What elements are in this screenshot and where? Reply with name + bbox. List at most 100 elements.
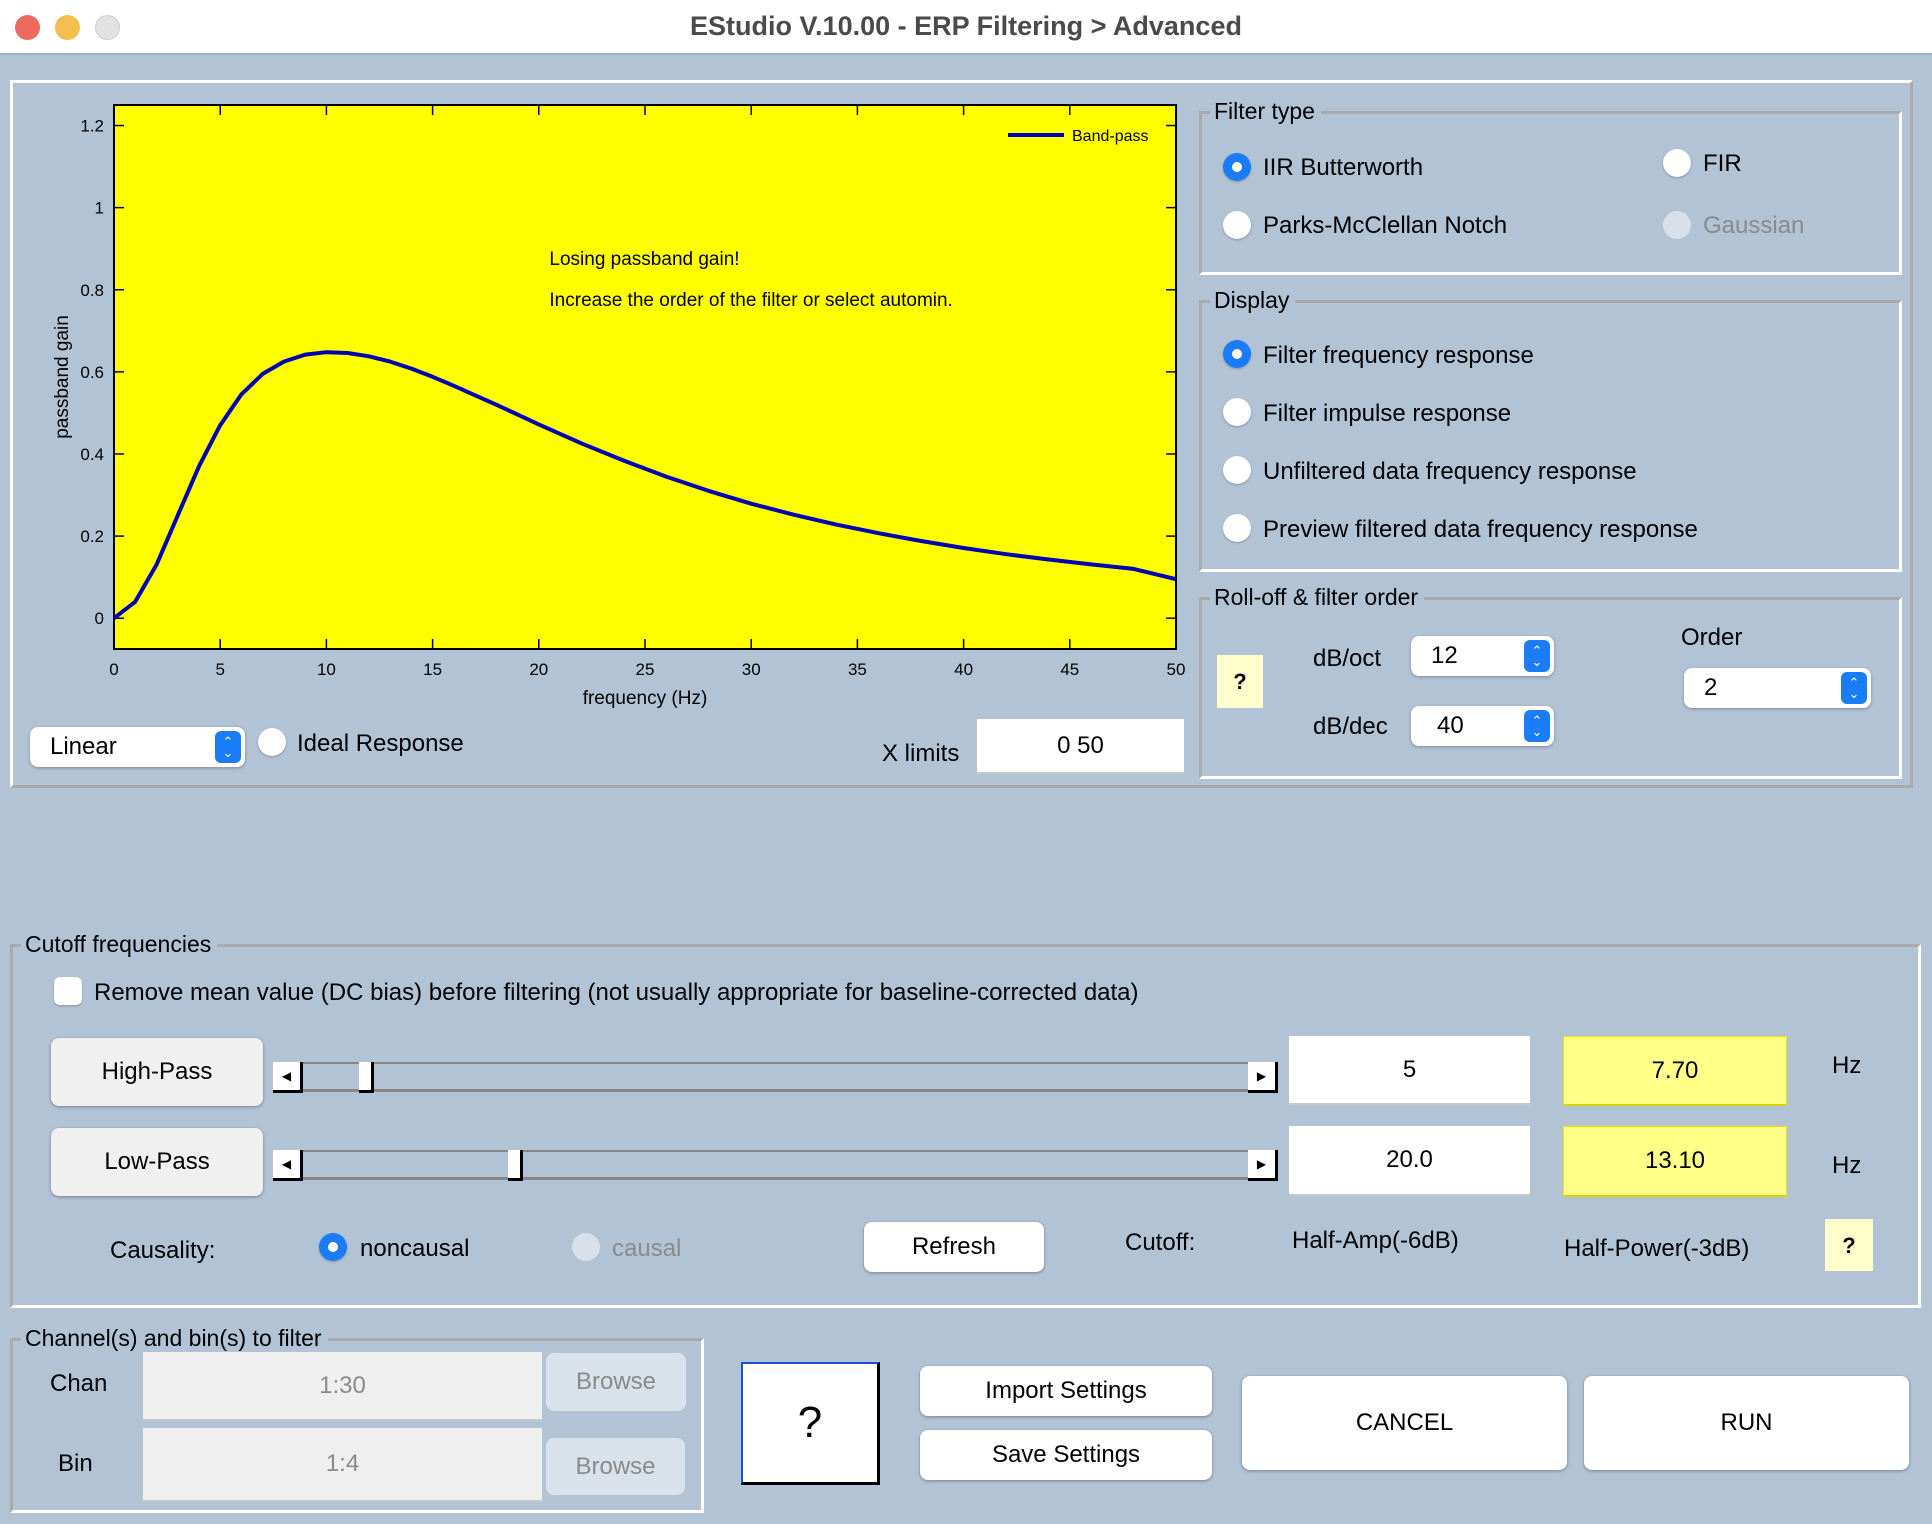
low-pass-slider-thumb[interactable]	[507, 1150, 523, 1181]
x-tick-label: 45	[1060, 660, 1079, 679]
dc-bias-checkbox[interactable]	[54, 977, 82, 1005]
radio-gaussian[interactable]	[1663, 211, 1691, 239]
annotation-warning: Losing passband gain!	[549, 249, 739, 270]
display-title: Display	[1210, 285, 1296, 315]
high-pass-half-power-value: 7.70	[1563, 1036, 1787, 1106]
frequency-response-chart: 0 0.2 0.4 0.6 0.8 1 1.2 0 5 10 15 20 25 30 35 40 45 50 B…	[52, 104, 1186, 709]
db-dec-select[interactable]: 40 ⌃ ⌄	[1411, 706, 1554, 746]
channels-bins-title: Channel(s) and bin(s) to filter	[21, 1323, 328, 1353]
y-tick-label: 1.2	[80, 117, 104, 136]
radio-causal-label: causal	[612, 1235, 682, 1262]
causality-label: Causality:	[110, 1237, 216, 1264]
xlimits-input[interactable]: 0 50	[977, 719, 1184, 774]
db-oct-select[interactable]: 12 ⌃ ⌄	[1411, 636, 1554, 676]
import-settings-button[interactable]: Import Settings	[920, 1366, 1212, 1416]
run-button[interactable]: RUN	[1584, 1376, 1909, 1470]
x-tick-label: 30	[742, 660, 761, 679]
y-axis-label: passband gain	[52, 315, 73, 439]
cutoff-help-button[interactable]: ?	[1825, 1219, 1873, 1271]
low-pass-unit: Hz	[1832, 1152, 1862, 1179]
title-bar: EStudio V.10.00 - ERP Filtering > Advanc…	[0, 0, 1932, 55]
y-tick-label: 1	[95, 199, 104, 218]
low-pass-value-input[interactable]: 20.0	[1289, 1126, 1530, 1196]
x-tick-label: 5	[215, 660, 224, 679]
x-tick-label: 15	[423, 660, 442, 679]
plot-area	[113, 104, 1177, 650]
slider-left-arrow-icon[interactable]: ◀	[273, 1150, 303, 1181]
x-tick-label: 25	[636, 660, 655, 679]
slider-right-arrow-icon[interactable]: ▶	[1248, 1150, 1278, 1181]
bin-browse-button[interactable]: Browse	[546, 1438, 685, 1495]
radio-iir-butterworth-label: IIR Butterworth	[1263, 154, 1424, 181]
chan-browse-button[interactable]: Browse	[546, 1353, 686, 1411]
low-pass-half-power-value: 13.10	[1563, 1126, 1787, 1197]
x-tick-label: 0	[109, 660, 118, 679]
high-pass-slider[interactable]: ◀ ▶	[273, 1062, 1278, 1093]
radio-filter-frequency-response[interactable]	[1223, 340, 1251, 368]
chan-label: Chan	[50, 1370, 108, 1397]
radio-noncausal[interactable]	[319, 1233, 347, 1261]
chan-input[interactable]: 1:30	[143, 1352, 542, 1421]
chevron-updown-icon: ⌃ ⌄	[1841, 672, 1867, 704]
radio-fir-label: FIR	[1703, 150, 1742, 177]
y-tick-label: 0.4	[80, 445, 104, 464]
cutoff-label: Cutoff:	[1125, 1229, 1196, 1256]
x-tick-label: 20	[529, 660, 548, 679]
y-tick-label: 0.2	[80, 527, 104, 546]
scale-select-value: Linear	[50, 733, 117, 760]
cancel-button[interactable]: CANCEL	[1242, 1376, 1567, 1470]
x-tick-label: 35	[848, 660, 867, 679]
radio-preview-filtered-data-frequency-response-label: Preview filtered data frequency response	[1263, 516, 1698, 543]
radio-unfiltered-data-frequency-response[interactable]	[1223, 456, 1251, 484]
rolloff-title: Roll-off & filter order	[1210, 582, 1425, 612]
radio-filter-impulse-response[interactable]	[1223, 398, 1251, 426]
half-power-label: Half-Power(-3dB)	[1564, 1235, 1750, 1262]
low-pass-button[interactable]: Low-Pass	[51, 1128, 263, 1196]
db-oct-value: 12	[1431, 642, 1458, 669]
radio-unfiltered-data-frequency-response-label: Unfiltered data frequency response	[1263, 458, 1637, 485]
half-amp-label: Half-Amp(-6dB)	[1292, 1227, 1459, 1254]
radio-filter-frequency-response-label: Filter frequency response	[1263, 342, 1534, 369]
x-tick-label: 10	[317, 660, 336, 679]
high-pass-unit: Hz	[1832, 1052, 1862, 1079]
low-pass-slider[interactable]: ◀ ▶	[273, 1150, 1278, 1181]
order-select[interactable]: 2 ⌃ ⌄	[1684, 668, 1871, 708]
filter-type-title: Filter type	[1210, 96, 1321, 126]
slider-right-arrow-icon[interactable]: ▶	[1248, 1062, 1278, 1093]
y-tick-label: 0	[95, 609, 104, 628]
save-settings-button[interactable]: Save Settings	[920, 1430, 1212, 1480]
ideal-response-label: Ideal Response	[297, 730, 464, 757]
help-button[interactable]: ?	[741, 1362, 880, 1485]
radio-fir[interactable]	[1663, 149, 1691, 177]
scale-select[interactable]: Linear ⌃ ⌄	[30, 727, 245, 767]
db-dec-label: dB/dec	[1313, 713, 1388, 740]
annotation-hint: Increase the order of the filter or sele…	[549, 290, 952, 311]
rolloff-help-button[interactable]: ?	[1217, 655, 1263, 708]
radio-gaussian-label: Gaussian	[1703, 212, 1805, 239]
xlimits-label: X limits	[882, 740, 960, 767]
x-tick-label: 50	[1167, 660, 1186, 679]
legend-label: Band-pass	[1072, 128, 1149, 145]
ideal-response-radio[interactable]	[258, 728, 286, 756]
window-title: EStudio V.10.00 - ERP Filtering > Advanc…	[690, 11, 1242, 41]
x-axis-label: frequency (Hz)	[583, 688, 708, 709]
bin-input[interactable]: 1:4	[143, 1428, 542, 1502]
refresh-button[interactable]: Refresh	[864, 1222, 1044, 1272]
bin-label: Bin	[58, 1450, 93, 1477]
filter-type-group: Filter type	[1199, 96, 1902, 275]
radio-causal[interactable]	[572, 1233, 600, 1261]
high-pass-value-input[interactable]: 5	[1289, 1036, 1530, 1105]
order-label: Order	[1681, 624, 1743, 651]
chevron-updown-icon: ⌃ ⌄	[1524, 710, 1550, 742]
radio-parks-mcclellan-notch[interactable]	[1223, 211, 1251, 239]
dc-bias-label: Remove mean value (DC bias) before filte…	[94, 979, 1139, 1006]
high-pass-button[interactable]: High-Pass	[51, 1038, 263, 1106]
radio-filter-impulse-response-label: Filter impulse response	[1263, 400, 1512, 427]
radio-preview-filtered-data-frequency-response[interactable]	[1223, 514, 1251, 542]
chevron-updown-icon: ⌃ ⌄	[215, 731, 241, 763]
chevron-updown-icon: ⌃ ⌄	[1524, 640, 1550, 672]
high-pass-slider-thumb[interactable]	[358, 1062, 374, 1093]
slider-left-arrow-icon[interactable]: ◀	[273, 1062, 303, 1093]
db-oct-label: dB/oct	[1313, 645, 1382, 672]
radio-iir-butterworth[interactable]	[1223, 153, 1251, 181]
